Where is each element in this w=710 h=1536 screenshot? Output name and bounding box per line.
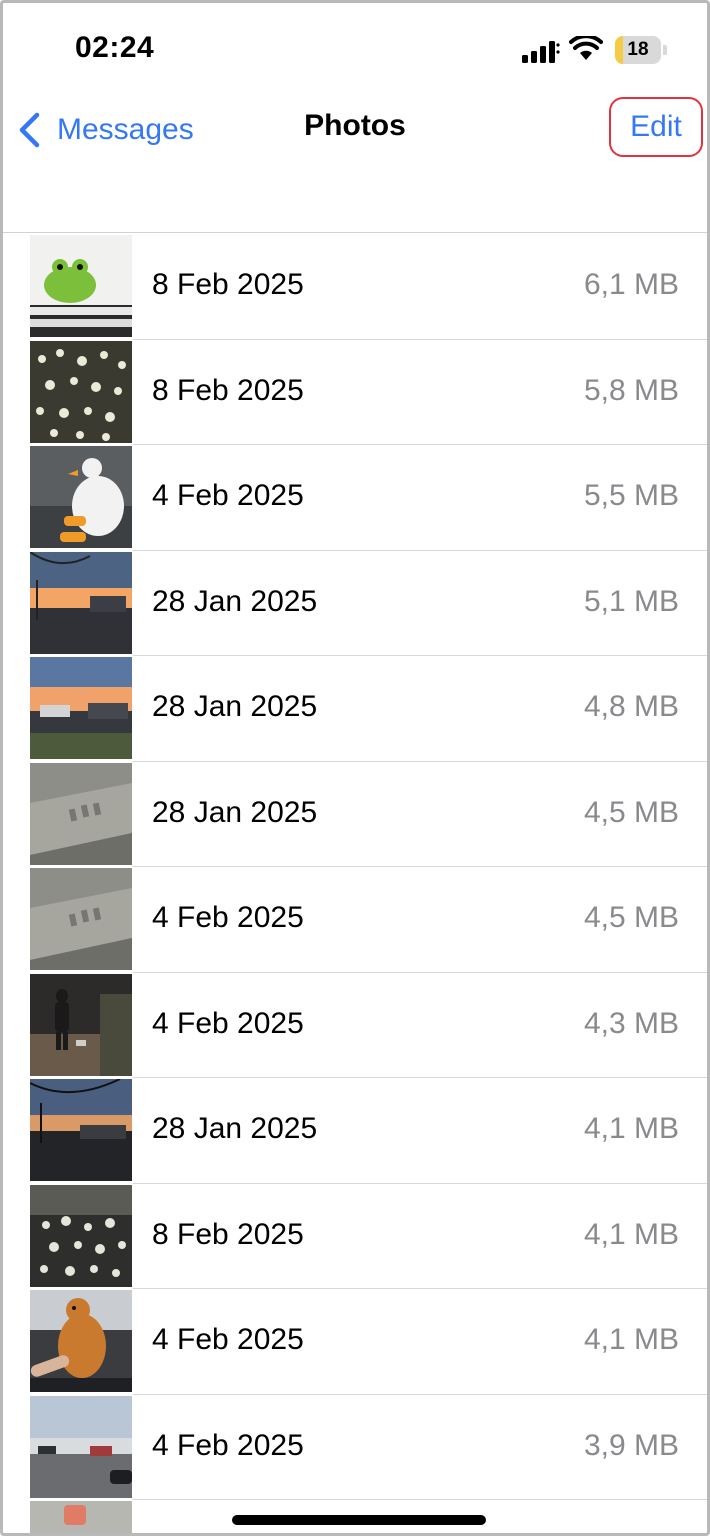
photo-row[interactable]: 28 Jan 2025 4,5 MB: [3, 762, 707, 868]
cellular-signal-icon: [522, 41, 560, 63]
photo-thumbnail-partial-photo[interactable]: [30, 1501, 132, 1533]
thumbnail-image: [30, 1290, 132, 1392]
photo-row[interactable]: 28 Jan 2025 4,1 MB: [3, 1078, 707, 1184]
photo-thumbnail-sunset-parking[interactable]: [30, 657, 132, 759]
thumbnail-image: [30, 551, 132, 654]
thumbnail-image: [30, 1184, 132, 1287]
photo-size: 5,1 MB: [583, 584, 679, 618]
photo-size: 4,1 MB: [583, 1323, 679, 1356]
photo-size: 5,5 MB: [583, 479, 679, 512]
photo-row[interactable]: 4 Feb 2025 5,5 MB: [3, 445, 707, 551]
photo-row[interactable]: 4 Feb 2025 4,3 MB: [3, 973, 707, 1079]
photo-size: 4,5 MB: [583, 795, 679, 829]
edit-button[interactable]: Edit: [609, 97, 703, 157]
edit-label: Edit: [630, 110, 682, 143]
photo-row[interactable]: 4 Feb 2025 3,9 MB: [3, 1395, 707, 1501]
photo-thumbnail-concrete-texture[interactable]: [30, 868, 132, 970]
page-title: Photos: [304, 109, 406, 142]
status-bar: 02:24 18: [3, 3, 707, 93]
photo-date: 4 Feb 2025: [152, 901, 304, 934]
thumbnail-image: [30, 762, 132, 865]
photo-thumbnail-glowing-crystals-dark[interactable]: [30, 1184, 132, 1287]
thumbnail-image: [30, 340, 132, 443]
thumbnail-image: [30, 446, 132, 548]
photo-row[interactable]: 28 Jan 2025 5,1 MB: [3, 551, 707, 657]
photo-thumbnail-glowing-crystals[interactable]: [30, 340, 132, 443]
battery-level: 18: [627, 39, 649, 60]
photo-list: 8 Feb 2025 6,1 MB 8 Feb 2025 5,8 MB 4 Fe…: [3, 234, 707, 1533]
photo-row[interactable]: 8 Feb 2025 6,1 MB: [3, 234, 707, 340]
photo-date: 4 Feb 2025: [152, 1006, 304, 1040]
navigation-bar: Messages Photos Edit: [3, 93, 707, 233]
photo-row[interactable]: 8 Feb 2025 4,1 MB: [3, 1184, 707, 1290]
photo-date: 28 Jan 2025: [152, 584, 318, 618]
status-time: 02:24: [75, 31, 155, 64]
thumbnail-image: [30, 868, 132, 970]
photo-thumbnail-goose-plush[interactable]: [30, 446, 132, 548]
photo-row[interactable]: 8 Feb 2025 5,8 MB: [3, 340, 707, 446]
photo-thumbnail-capybara-plush[interactable]: [30, 1290, 132, 1392]
photo-date: 4 Feb 2025: [152, 1323, 304, 1356]
photo-row[interactable]: 4 Feb 2025 4,5 MB: [3, 867, 707, 973]
photo-size: 4,1 MB: [583, 1112, 679, 1145]
photo-date: 28 Jan 2025: [152, 690, 318, 723]
battery-cap: [663, 45, 667, 55]
thumbnail-image: [30, 1079, 132, 1181]
photo-date: 28 Jan 2025: [152, 1112, 318, 1145]
photo-thumbnail-dusk-street[interactable]: [30, 1079, 132, 1181]
photo-date: 8 Feb 2025: [152, 268, 304, 301]
photo-size: 5,8 MB: [583, 373, 679, 407]
photo-thumbnail-frog-drawing[interactable]: [30, 235, 132, 337]
phone-screen: 02:24 18 Messages Photos Edit 8 Feb 2025…: [0, 0, 710, 1536]
photo-date: 4 Feb 2025: [152, 479, 304, 512]
photo-size: 4,5 MB: [583, 901, 679, 934]
home-indicator[interactable]: [232, 1515, 486, 1525]
photo-size: 3,9 MB: [583, 1428, 679, 1462]
photo-size: 6,1 MB: [583, 268, 679, 301]
thumbnail-image: [30, 1501, 132, 1533]
photo-date: 28 Jan 2025: [152, 795, 318, 829]
thumbnail-image: [30, 657, 132, 759]
battery-indicator: 18: [615, 36, 661, 64]
thumbnail-image: [30, 973, 132, 1076]
photo-thumbnail-parking-lot[interactable]: [30, 1395, 132, 1498]
photo-date: 8 Feb 2025: [152, 373, 304, 407]
photo-date: 4 Feb 2025: [152, 1428, 304, 1462]
photo-row[interactable]: 28 Jan 2025 4,8 MB: [3, 656, 707, 762]
photo-thumbnail-concrete-texture[interactable]: [30, 762, 132, 865]
photo-thumbnail-person-walking-dog[interactable]: [30, 973, 132, 1076]
photo-thumbnail-sunset-street[interactable]: [30, 551, 132, 654]
photo-date: 8 Feb 2025: [152, 1217, 304, 1251]
photo-size: 4,8 MB: [583, 690, 679, 723]
photo-row[interactable]: 4 Feb 2025 4,1 MB: [3, 1289, 707, 1395]
photo-size: 4,1 MB: [583, 1217, 679, 1251]
thumbnail-image: [30, 1395, 132, 1498]
wifi-icon: [569, 36, 603, 60]
photo-size: 4,3 MB: [583, 1006, 679, 1040]
thumbnail-image: [30, 235, 132, 337]
